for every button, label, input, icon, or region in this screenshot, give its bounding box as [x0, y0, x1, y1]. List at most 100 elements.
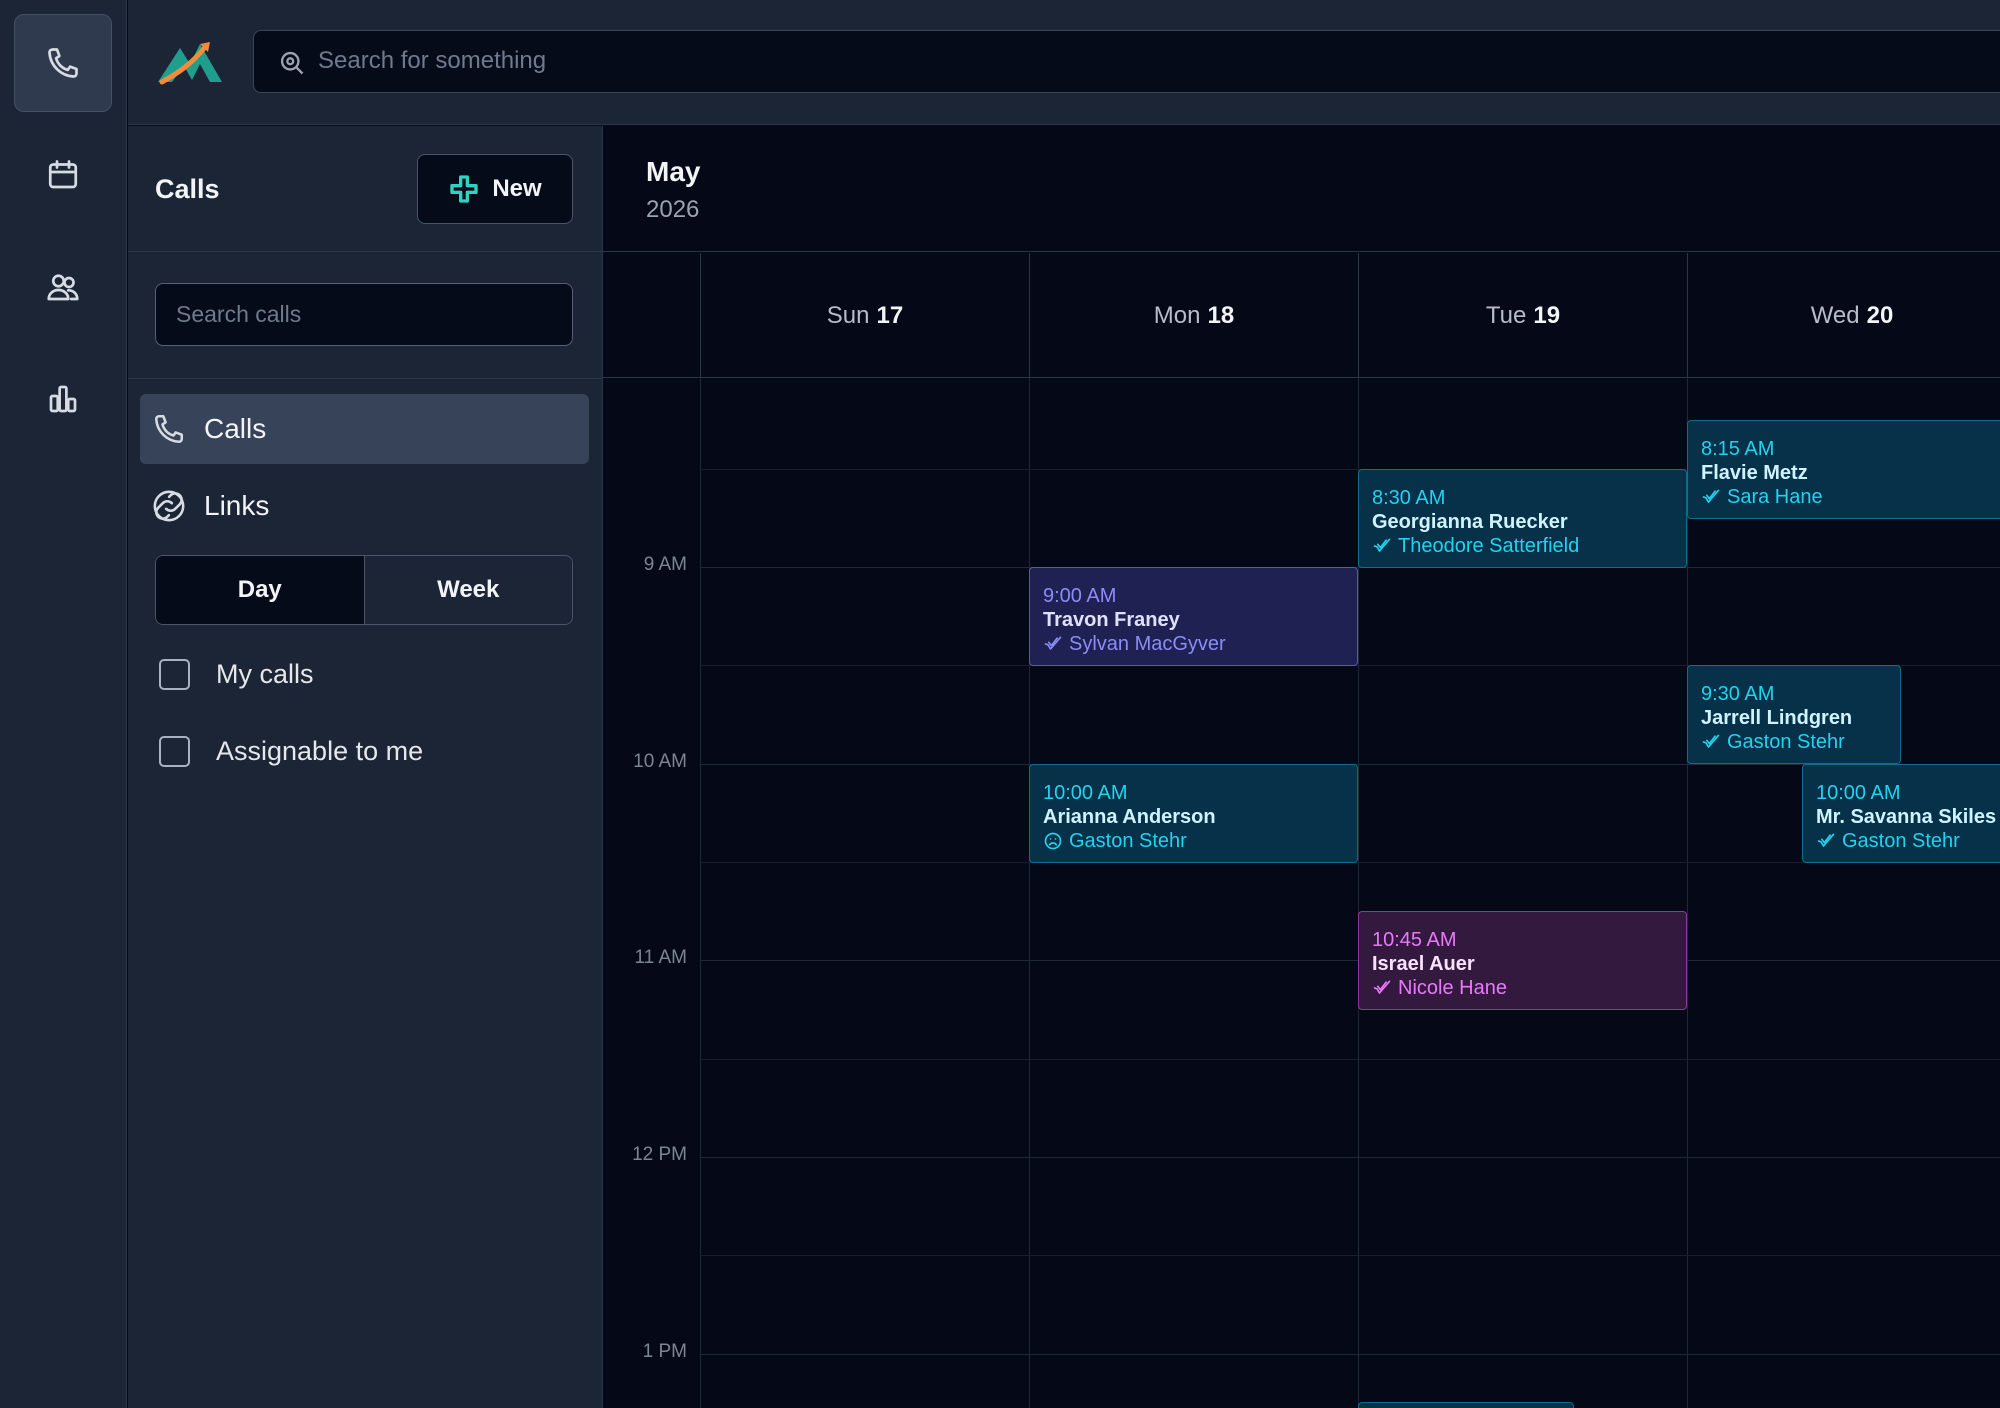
rail-reports-button[interactable] [14, 350, 112, 448]
nav-item-label: Calls [204, 413, 267, 444]
chart-icon [49, 385, 77, 413]
day-name: Wed [1810, 301, 1860, 329]
event-assignee: Gaston Stehr [1043, 829, 1344, 853]
phone-icon [48, 48, 78, 78]
event-contact: Mr. Savanna Skiles [1816, 806, 1997, 828]
nav-item-label: Links [204, 490, 270, 521]
day-header-wed[interactable]: Wed 20 [1687, 253, 2000, 378]
calls-search-input[interactable] [156, 284, 572, 345]
rail-calls-button[interactable] [14, 14, 112, 112]
time-label: 11 AM [634, 947, 687, 968]
grid-line [700, 378, 701, 1408]
day-name: Tue [1485, 301, 1527, 329]
event-assignee: Gaston Stehr [1816, 829, 2000, 853]
event-card[interactable]: 10:00 AM Mr. Savanna Skiles Gaston Stehr [1802, 764, 2000, 863]
check-icon [1373, 538, 1391, 552]
filter-label: Assignable to me [216, 735, 424, 766]
event-assignee: Sara Hane [1701, 485, 2000, 509]
event-card[interactable]: 10:00 AM Arianna Anderson Gaston Stehr [1029, 764, 1358, 863]
nav-item-calls[interactable]: Calls [140, 394, 589, 464]
event-time: 10:00 AM [1816, 782, 1901, 804]
event-contact: Arianna Anderson [1043, 806, 1216, 828]
event-assignee: Nicole Hane [1372, 976, 1673, 1000]
filter-label: My calls [216, 658, 314, 689]
event-card[interactable]: 10:45 AM Israel Auer Nicole Hane [1358, 911, 1687, 1010]
time-label: 9 AM [643, 554, 687, 575]
event-contact: Israel Auer [1372, 953, 1475, 975]
event-time: 10:00 AM [1043, 782, 1128, 804]
grid-line [700, 960, 2000, 961]
check-icon [1373, 980, 1391, 994]
users-icon [47, 274, 79, 301]
day-header-tue[interactable]: Tue 19 [1358, 253, 1687, 378]
day-header-mon[interactable]: Mon 18 [1029, 253, 1358, 378]
event-card[interactable]: 9:30 AM Jarrell Lindgren Gaston Stehr [1687, 665, 1901, 764]
event-card-partial[interactable] [1358, 1402, 1574, 1408]
assignee-name: Theodore Satterfield [1398, 535, 1580, 557]
rail-contacts-button[interactable] [14, 238, 112, 336]
link-icon [153, 490, 185, 522]
day-name: Mon [1153, 301, 1201, 329]
event-contact: Flavie Metz [1701, 462, 1808, 484]
calls-search [155, 283, 573, 346]
calendar-header: May 2026 [603, 126, 2000, 252]
day-name: Sun [826, 301, 870, 329]
event-card[interactable]: 9:00 AM Travon Franey Sylvan MacGyver [1029, 567, 1358, 666]
rail-calendar-button[interactable] [14, 126, 112, 224]
assignee-name: Gaston Stehr [1069, 830, 1187, 852]
event-time: 8:15 AM [1701, 438, 1775, 460]
day-header-row: Sun 17 Mon 18 Tue 19 Wed 20 [603, 253, 2000, 378]
filter-assignable-to-me[interactable]: Assignable to me [159, 731, 423, 771]
view-week-button[interactable]: Week [364, 556, 572, 624]
check-icon [1702, 734, 1720, 748]
plus-icon [450, 175, 478, 203]
search-icon [280, 51, 304, 75]
time-label: 1 PM [642, 1341, 687, 1362]
new-call-button[interactable]: New [417, 154, 573, 224]
brand-logo [158, 42, 222, 85]
checkbox[interactable] [159, 658, 190, 690]
event-time: 9:30 AM [1701, 683, 1775, 705]
phone-icon [154, 414, 184, 444]
event-time: 9:00 AM [1043, 585, 1117, 607]
event-card[interactable]: 8:30 AM Georgianna Ruecker Theodore Satt… [1358, 469, 1687, 568]
filter-my-calls[interactable]: My calls [159, 654, 314, 694]
assignee-name: Sara Hane [1727, 486, 1823, 508]
grid-line [700, 1157, 2000, 1158]
nav-item-links[interactable]: Links [140, 471, 589, 541]
assignee-name: Gaston Stehr [1727, 731, 1845, 753]
time-grid: 9 AM 10 AM 11 AM 12 PM 1 PM 8:15 AM Flav… [603, 378, 2000, 1408]
app-root: Calls New Calls Links Day Week My calls … [0, 0, 2000, 1408]
event-assignee: Theodore Satterfield [1372, 534, 1673, 558]
check-icon [1044, 636, 1062, 650]
grid-line [1029, 378, 1030, 1408]
grid-line [700, 1059, 2000, 1060]
assignee-name: Nicole Hane [1398, 977, 1507, 999]
calendar-view: May 2026 Sun 17 Mon 18 Tue 19 Wed 20 9 AM [603, 126, 2000, 1408]
view-day-button[interactable]: Day [156, 556, 365, 624]
event-card[interactable]: 8:15 AM Flavie Metz Sara Hane [1687, 420, 2000, 519]
panel-title: Calls [155, 174, 220, 204]
event-time: 8:30 AM [1372, 487, 1446, 509]
grid-line [700, 1354, 2000, 1355]
event-time: 10:45 AM [1372, 929, 1457, 951]
day-number: 20 [1866, 301, 1894, 329]
event-contact: Travon Franey [1043, 609, 1180, 631]
panel-header: Calls New [128, 126, 603, 252]
check-icon [1702, 489, 1720, 503]
top-bar [128, 0, 2000, 125]
global-search-input[interactable] [318, 31, 1918, 91]
event-assignee: Sylvan MacGyver [1043, 632, 1344, 656]
global-search [253, 30, 2000, 93]
event-contact: Georgianna Ruecker [1372, 511, 1568, 533]
calendar-icon [48, 160, 78, 189]
event-contact: Jarrell Lindgren [1701, 707, 1853, 729]
check-icon [1817, 833, 1835, 847]
assignee-name: Sylvan MacGyver [1069, 633, 1226, 655]
day-header-sun[interactable]: Sun 17 [700, 253, 1029, 378]
checkbox[interactable] [159, 735, 190, 767]
event-assignee: Gaston Stehr [1701, 730, 1887, 754]
sad-face-icon [1044, 832, 1062, 850]
day-number: 19 [1533, 301, 1561, 329]
time-label: 12 PM [632, 1144, 687, 1165]
